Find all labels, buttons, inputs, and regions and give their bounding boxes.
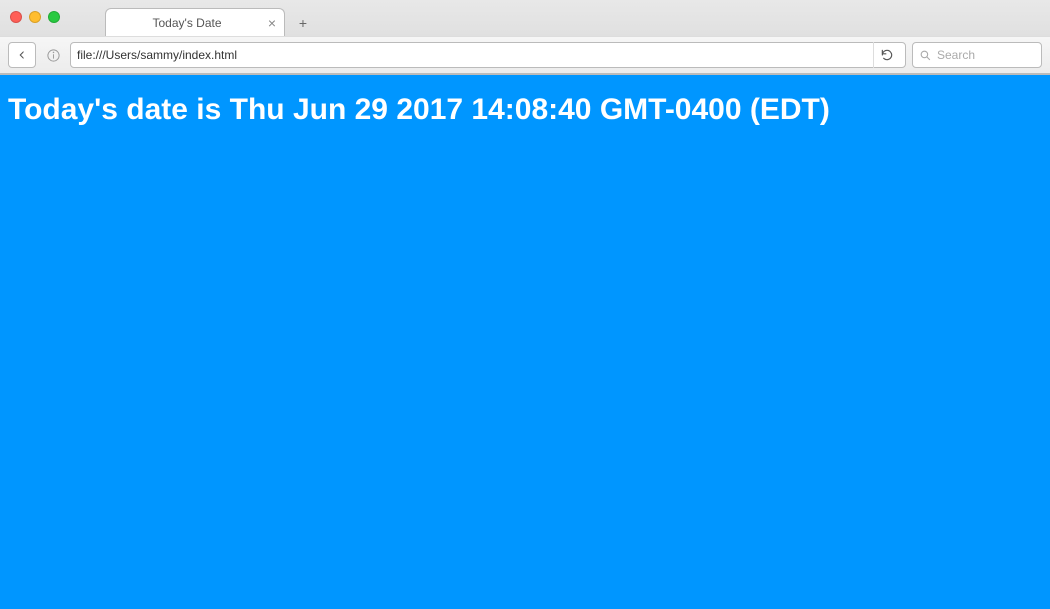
search-icon — [919, 49, 932, 62]
window-close-button[interactable] — [10, 11, 22, 23]
tab-strip: Today's Date × + — [105, 6, 315, 36]
title-bar: Today's Date × + — [0, 0, 1050, 36]
reload-icon — [880, 48, 894, 62]
arrow-left-icon — [16, 49, 28, 61]
reload-button[interactable] — [873, 42, 899, 68]
page-heading: Today's date is Thu Jun 29 2017 14:08:40… — [8, 93, 1042, 127]
new-tab-button[interactable]: + — [291, 13, 315, 33]
browser-chrome: Today's Date × + — [0, 0, 1050, 75]
plus-icon: + — [299, 15, 307, 31]
search-input[interactable] — [937, 48, 1050, 62]
search-box[interactable] — [912, 42, 1042, 68]
site-info-button[interactable] — [42, 44, 64, 66]
tab-title: Today's Date — [118, 16, 256, 30]
window-maximize-button[interactable] — [48, 11, 60, 23]
back-button[interactable] — [8, 42, 36, 68]
close-icon[interactable]: × — [268, 16, 276, 30]
url-input[interactable] — [77, 48, 863, 62]
browser-tab[interactable]: Today's Date × — [105, 8, 285, 36]
toolbar — [0, 36, 1050, 74]
page-viewport: Today's date is Thu Jun 29 2017 14:08:40… — [0, 75, 1050, 609]
info-icon — [46, 48, 61, 63]
address-bar[interactable] — [70, 42, 906, 68]
traffic-lights — [0, 6, 60, 28]
window-minimize-button[interactable] — [29, 11, 41, 23]
